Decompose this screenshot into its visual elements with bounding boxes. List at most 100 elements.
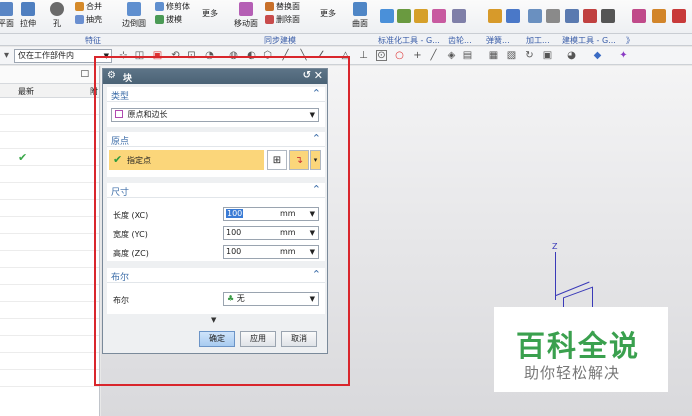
selection-scope-select[interactable]: 仅在工作部件内 ▼	[14, 49, 112, 63]
filter-dropdown-icon[interactable]: ▾	[1, 50, 12, 61]
surface-tool[interactable]: 曲面	[352, 2, 368, 29]
machining-tool-2-icon[interactable]	[546, 9, 560, 23]
column-latest[interactable]: 最新	[18, 86, 34, 97]
navigator-row[interactable]	[0, 132, 99, 149]
modeling-tool-1-icon[interactable]	[565, 9, 579, 23]
height-input[interactable]: 100 mm ▼	[223, 245, 319, 259]
shading-icon[interactable]: ◆	[592, 50, 603, 61]
type-section-header[interactable]: 类型 ⌃	[107, 87, 325, 102]
point-type-dropdown[interactable]: ▾	[310, 150, 321, 170]
maximize-icon[interactable]: □	[80, 69, 89, 79]
navigator-row[interactable]	[0, 200, 99, 217]
snap-1-icon[interactable]: ⊹	[118, 50, 129, 61]
navigator-row[interactable]	[0, 370, 99, 387]
gc-tool-3-icon[interactable]	[414, 9, 428, 23]
extra-tool-3-icon[interactable]	[672, 9, 686, 23]
specify-point-row[interactable]: ✔ 指定点	[109, 150, 264, 170]
snap-8-icon[interactable]: ◐	[246, 50, 257, 61]
modeling-tool-2-icon[interactable]	[583, 9, 597, 23]
replace-face-tool[interactable]: 替换面	[265, 1, 300, 12]
group-machining-label[interactable]: 加工...	[526, 35, 550, 46]
view-3-icon[interactable]: ▣	[542, 50, 553, 61]
boolean-section-header[interactable]: 布尔 ⌃	[107, 268, 325, 283]
navigator-row[interactable]	[0, 98, 99, 115]
move-face-tool[interactable]: 移动面	[234, 2, 258, 29]
navigator-row[interactable]	[0, 285, 99, 302]
snap-6-icon[interactable]: ◔	[204, 50, 215, 61]
navigator-row[interactable]	[0, 166, 99, 183]
width-input[interactable]: 100 mm ▼	[223, 226, 319, 240]
navigator-row[interactable]	[0, 302, 99, 319]
extra-tool-2-icon[interactable]	[652, 9, 666, 23]
spring-tool-2-icon[interactable]	[506, 9, 520, 23]
navigator-row[interactable]	[0, 217, 99, 234]
crosshair-icon[interactable]: +	[412, 50, 423, 61]
group-sync-label[interactable]: 同步建模	[264, 35, 296, 46]
expand-more-icon[interactable]: ▼	[211, 316, 216, 324]
length-input[interactable]: 100 mm ▼	[223, 207, 319, 221]
snap-7-icon[interactable]: ◍	[228, 50, 239, 61]
shell-tool[interactable]: 抽壳	[75, 14, 102, 25]
snap-10-icon[interactable]: ╱	[280, 50, 291, 61]
origin-section-header[interactable]: 原点 ⌃	[107, 132, 325, 147]
navigator-row[interactable]	[0, 336, 99, 353]
ok-button[interactable]: 确定	[199, 331, 235, 347]
more-sync-button[interactable]: 更多	[320, 8, 336, 19]
navigator-row[interactable]	[0, 115, 99, 132]
gc-tool-1-icon[interactable]	[380, 9, 394, 23]
view-1-icon[interactable]: ▦	[488, 50, 499, 61]
unite-tool[interactable]: 合并	[75, 1, 102, 12]
gear-tool-icon[interactable]	[452, 9, 466, 23]
group-standard-label[interactable]: 标准化工具 - G...	[378, 35, 440, 46]
size-section-header[interactable]: 尺寸 ⌃	[107, 183, 325, 198]
navigator-row[interactable]	[0, 251, 99, 268]
spring-tool-1-icon[interactable]	[488, 9, 502, 23]
group-gear-label[interactable]: 齿轮...	[448, 35, 472, 46]
snap-12-icon[interactable]: ∠	[316, 50, 327, 61]
navigator-row[interactable]	[0, 268, 99, 285]
navigator-row[interactable]	[0, 234, 99, 251]
rotate-view-icon[interactable]: ↻	[524, 50, 535, 61]
grid-snap-icon[interactable]: ▤	[462, 50, 473, 61]
plane-tool[interactable]: 平面	[0, 2, 14, 29]
machining-tool-1-icon[interactable]	[528, 9, 542, 23]
modeling-tool-3-icon[interactable]	[601, 9, 615, 23]
group-feature-label[interactable]: 特征	[85, 35, 101, 46]
gc-tool-4-icon[interactable]	[432, 9, 446, 23]
apply-button[interactable]: 应用	[240, 331, 276, 347]
dialog-titlebar[interactable]: ⚙ 块 ↺ ✕	[103, 69, 327, 84]
snap-11-icon[interactable]: ╲	[298, 50, 309, 61]
render-style-icon[interactable]: ◕	[566, 50, 577, 61]
snap-9-icon[interactable]: ⬡	[262, 50, 273, 61]
reset-icon[interactable]: ↺	[303, 70, 311, 81]
group-modeling-label[interactable]: 建模工具 - G...	[562, 35, 616, 46]
boolean-select[interactable]: ♣ 无 ▼	[223, 292, 319, 306]
draft-tool[interactable]: 拔模	[155, 14, 182, 25]
edge-blend-tool[interactable]: 边倒圆	[122, 2, 146, 29]
snap-2-icon[interactable]: ◫	[134, 50, 145, 61]
snap-4-icon[interactable]: ⟲	[170, 50, 181, 61]
gear-icon[interactable]: ⚙	[107, 70, 116, 81]
snap-13-icon[interactable]: △	[340, 50, 351, 61]
layer-icon[interactable]: ✦	[618, 50, 629, 61]
snap-5-icon[interactable]: ⊡	[186, 50, 197, 61]
cancel-button[interactable]: 取消	[281, 331, 317, 347]
center-point-icon[interactable]: ⊙	[376, 50, 387, 61]
close-icon[interactable]: ✕	[314, 69, 323, 82]
more-features-button[interactable]: 更多	[202, 8, 218, 19]
axis-snap-icon[interactable]: ⊥	[358, 50, 369, 61]
line-snap-icon[interactable]: ╱	[428, 50, 439, 61]
delete-face-tool[interactable]: 删除面	[265, 14, 300, 25]
type-select[interactable]: 原点和边长 ▼	[111, 108, 319, 122]
trim-body-tool[interactable]: 修剪体	[155, 1, 190, 12]
snap-3-icon[interactable]: ▣	[152, 50, 163, 61]
group-spring-label[interactable]: 弹簧...	[486, 35, 510, 46]
gc-tool-2-icon[interactable]	[397, 9, 411, 23]
circle-snap-icon[interactable]: ○	[394, 50, 405, 61]
hole-tool[interactable]: 孔	[50, 2, 64, 29]
view-2-icon[interactable]: ▧	[506, 50, 517, 61]
extrude-tool[interactable]: 拉伸	[20, 2, 36, 29]
navigator-row[interactable]	[0, 319, 99, 336]
extra-tool-1-icon[interactable]	[632, 9, 646, 23]
inferred-point-button[interactable]: ↴	[289, 150, 309, 170]
